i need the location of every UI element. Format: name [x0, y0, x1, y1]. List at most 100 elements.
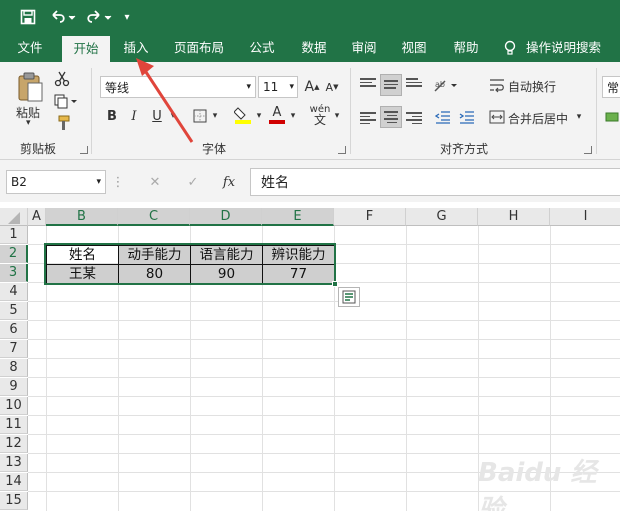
gridline — [28, 358, 620, 359]
selection-border — [44, 243, 336, 285]
column-header[interactable]: F — [334, 208, 406, 226]
paste-dropdown-icon[interactable]: ▾ — [26, 118, 31, 128]
undo-icon[interactable] — [48, 6, 78, 28]
worksheet-grid[interactable]: A B C D E F G H I 1 2 3 4 5 6 7 8 9 10 1… — [0, 208, 620, 511]
select-all-corner[interactable] — [0, 208, 28, 226]
quick-access-toolbar: ▾ — [0, 0, 620, 34]
phonetic-guide-icon[interactable]: wén 文 — [308, 102, 332, 128]
divider — [350, 68, 351, 154]
gridline — [28, 339, 620, 340]
row-header[interactable]: 2 — [0, 245, 28, 263]
format-painter-icon[interactable] — [52, 114, 72, 132]
cancel-icon[interactable]: ✕ — [144, 170, 166, 194]
paste-icon[interactable] — [14, 70, 46, 104]
quick-analysis-button[interactable] — [338, 287, 360, 307]
customize-qat-icon[interactable]: ▾ — [120, 6, 134, 28]
font-group-label: 字体 — [202, 142, 227, 156]
watermark: Baidu 经验 — [478, 458, 597, 511]
orientation-icon[interactable]: ab — [432, 74, 460, 96]
column-header[interactable]: H — [478, 208, 550, 226]
font-size-value: 11 — [263, 80, 279, 94]
tab-file[interactable]: 文件 — [6, 34, 54, 62]
borders-dropdown-icon[interactable]: ▾ — [210, 106, 220, 126]
font-name-value: 等线 — [105, 80, 130, 95]
tab-view[interactable]: 视图 — [392, 34, 436, 62]
row-header[interactable]: 14 — [0, 473, 28, 491]
column-header[interactable]: I — [550, 208, 620, 226]
chevron-down-icon: ▾ — [246, 82, 251, 92]
lightbulb-icon[interactable] — [500, 34, 520, 62]
column-header[interactable]: A — [28, 208, 46, 226]
tab-data[interactable]: 数据 — [290, 34, 338, 62]
font-size-select[interactable]: 11 ▾ — [258, 76, 298, 98]
resize-handle-icon[interactable]: ⋮ — [112, 170, 125, 194]
row-header[interactable]: 5 — [0, 302, 28, 320]
clipboard-launcher-icon[interactable] — [80, 146, 88, 154]
row-header[interactable]: 15 — [0, 492, 28, 510]
decrease-indent-icon[interactable] — [432, 106, 454, 128]
middle-align-icon[interactable] — [380, 74, 402, 96]
align-left-icon[interactable] — [360, 110, 376, 125]
column-header[interactable]: G — [406, 208, 478, 226]
gridline — [406, 226, 407, 511]
wrap-text-button[interactable]: 自动换行 — [508, 78, 556, 95]
svg-text:ab: ab — [435, 80, 445, 89]
fill-color-dropdown-icon[interactable]: ▾ — [254, 106, 264, 126]
bold-icon[interactable]: B — [104, 106, 120, 126]
bottom-align-icon[interactable] — [406, 76, 422, 90]
align-center-icon[interactable] — [380, 106, 402, 128]
row-header[interactable]: 3 — [0, 264, 28, 282]
gridline — [28, 320, 620, 321]
column-header[interactable]: E — [262, 208, 334, 226]
row-header[interactable]: 6 — [0, 321, 28, 339]
column-header[interactable]: B — [46, 208, 118, 226]
row-header[interactable]: 12 — [0, 435, 28, 453]
tell-me-search[interactable]: 操作说明搜索 — [526, 34, 610, 62]
number-format-select[interactable]: 常 — [602, 76, 620, 98]
gridline — [28, 377, 620, 378]
column-header[interactable]: C — [118, 208, 190, 226]
top-align-icon[interactable] — [360, 76, 376, 90]
gridline — [28, 434, 620, 435]
name-box[interactable]: B2 ▾ — [6, 170, 106, 194]
name-box-value: B2 — [11, 175, 27, 189]
formula-bar: B2 ▾ ⋮ ✕ ✓ fx 姓名 — [0, 160, 620, 202]
save-icon[interactable] — [16, 6, 40, 28]
row-header[interactable]: 10 — [0, 397, 28, 415]
formula-input[interactable]: 姓名 — [250, 168, 620, 196]
increase-font-size-icon[interactable]: A ▲ — [302, 76, 322, 98]
row-header[interactable]: 13 — [0, 454, 28, 472]
accounting-format-icon[interactable] — [604, 106, 620, 128]
phonetic-dropdown-icon[interactable]: ▾ — [332, 106, 342, 126]
tab-formulas[interactable]: 公式 — [240, 34, 284, 62]
font-color-dropdown-icon[interactable]: ▾ — [288, 106, 298, 126]
increase-indent-icon[interactable] — [456, 106, 478, 128]
font-color-icon[interactable]: A — [266, 104, 288, 126]
insert-function-icon[interactable]: fx — [218, 170, 240, 194]
copy-icon[interactable] — [52, 92, 80, 110]
merge-center-button[interactable]: 合并后居中 — [508, 110, 568, 127]
row-header[interactable]: 11 — [0, 416, 28, 434]
redo-icon[interactable] — [84, 6, 114, 28]
tab-review[interactable]: 审阅 — [340, 34, 388, 62]
divider — [91, 68, 92, 154]
tab-home[interactable]: 开始 — [62, 36, 110, 62]
row-header[interactable]: 7 — [0, 340, 28, 358]
fill-color-icon[interactable] — [232, 104, 254, 126]
row-header[interactable]: 1 — [0, 226, 28, 244]
row-header[interactable]: 9 — [0, 378, 28, 396]
decrease-font-size-icon[interactable]: A ▼ — [322, 76, 342, 98]
tab-help[interactable]: 帮助 — [442, 34, 490, 62]
merge-dropdown-icon[interactable]: ▾ — [574, 106, 584, 128]
row-header[interactable]: 8 — [0, 359, 28, 377]
divider — [596, 68, 597, 154]
merge-center-icon[interactable] — [488, 106, 506, 128]
alignment-launcher-icon[interactable] — [584, 146, 592, 154]
enter-icon[interactable]: ✓ — [182, 170, 204, 194]
wrap-text-icon[interactable] — [488, 74, 506, 96]
cut-icon[interactable] — [52, 70, 72, 88]
column-header[interactable]: D — [190, 208, 262, 226]
row-header[interactable]: 4 — [0, 283, 28, 301]
align-right-icon[interactable] — [406, 110, 422, 125]
font-launcher-icon[interactable] — [338, 146, 346, 154]
